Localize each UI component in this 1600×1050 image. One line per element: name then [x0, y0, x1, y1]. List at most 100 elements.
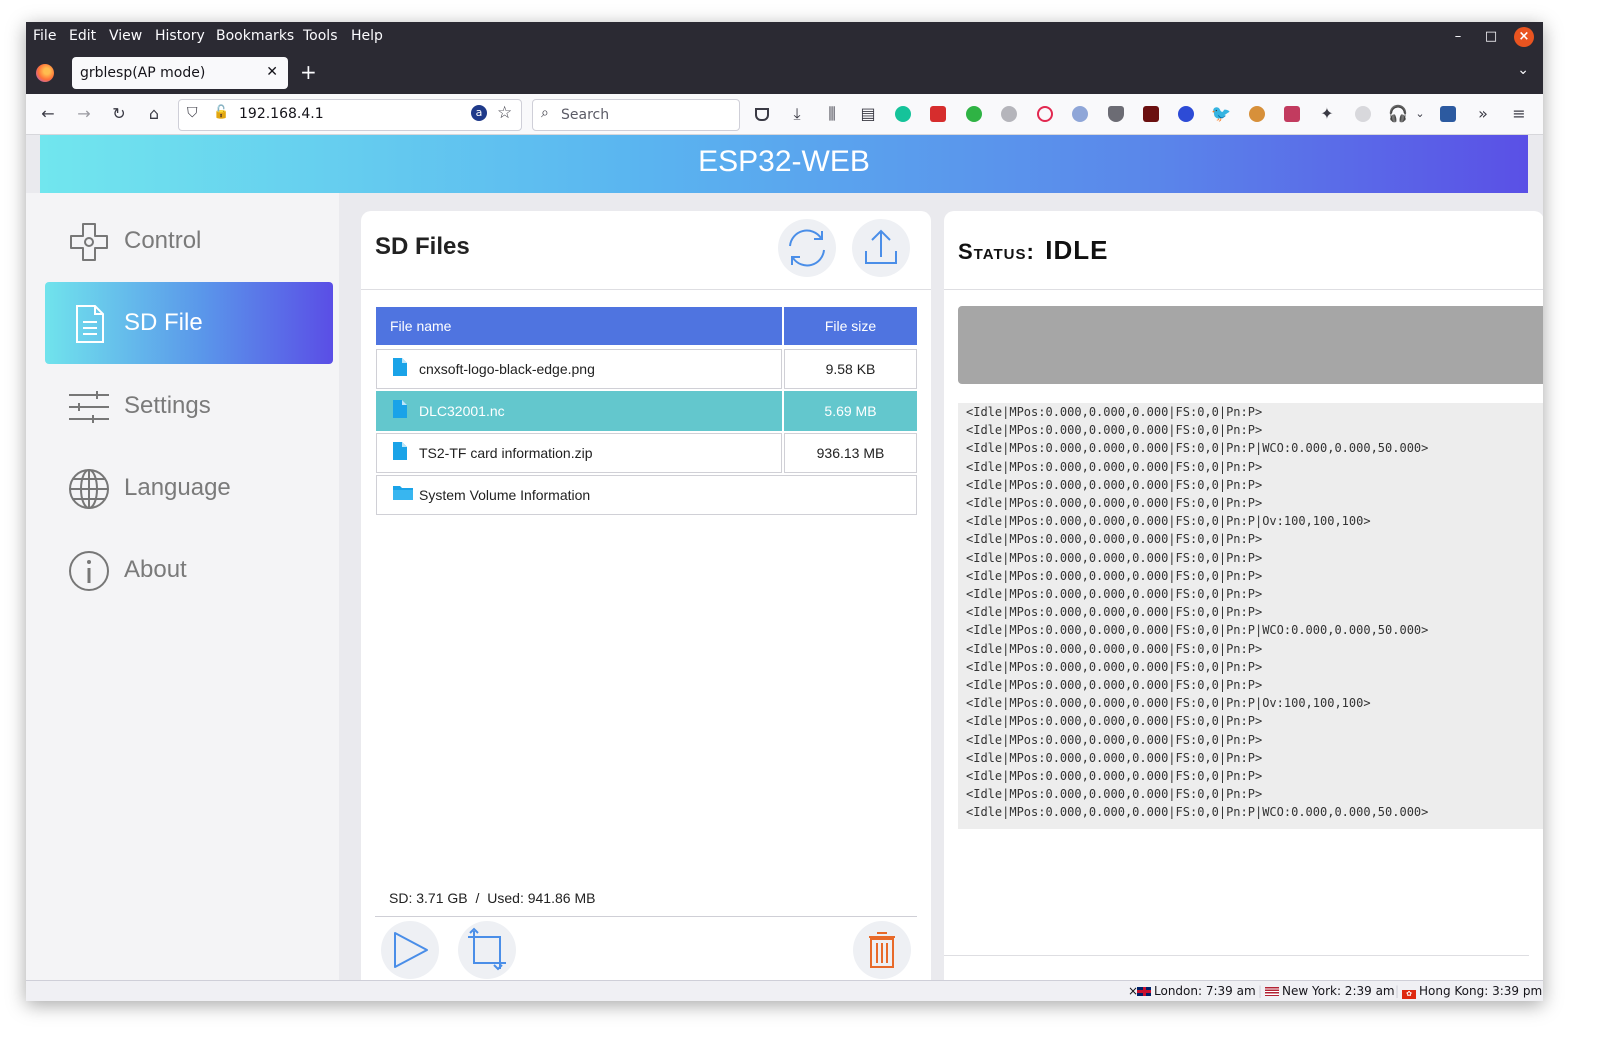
- maximize-icon[interactable]: □: [1481, 27, 1501, 47]
- menu-bookmarks[interactable]: Bookmarks: [216, 28, 294, 44]
- file-size: 5.69 MB: [824, 403, 877, 419]
- upload-button[interactable]: [852, 219, 910, 277]
- library-icon[interactable]: ⫼: [822, 104, 842, 124]
- blocker-icon[interactable]: [1037, 106, 1053, 122]
- console-line: <Idle|MPos:0.000,0.000,0.000|FS:0,0|Pn:P…: [966, 714, 1263, 729]
- browser-status-bar: × London: 7:39 am | New York: 2:39 am | …: [26, 980, 1543, 1001]
- back-icon[interactable]: ←: [38, 104, 58, 124]
- reader-icon[interactable]: a: [471, 105, 487, 121]
- console-line: <Idle|MPos:0.000,0.000,0.000|FS:0,0|Pn:P…: [966, 514, 1371, 529]
- console-line: <Idle|MPos:0.000,0.000,0.000|FS:0,0|Pn:P…: [966, 496, 1263, 511]
- bookmark-star-icon[interactable]: ☆: [497, 103, 512, 123]
- clock-new-york-label: New York: 2:39 am: [1282, 984, 1395, 998]
- clock-hong-kong: ✿ Hong Kong: 3:39 pm: [1402, 984, 1542, 999]
- table-cell-size[interactable]: 9.58 KB: [784, 349, 917, 389]
- menu-history[interactable]: History: [155, 28, 205, 44]
- tab-list-icon[interactable]: ⌄: [1517, 62, 1529, 78]
- nav-item-settings[interactable]: Settings: [45, 365, 333, 447]
- insecure-lock-icon[interactable]: 🔓: [213, 105, 229, 120]
- chevron-down-icon[interactable]: ⌄: [1410, 104, 1430, 124]
- close-window-icon[interactable]: ×: [1514, 27, 1534, 47]
- shield-icon[interactable]: ⛉: [187, 105, 198, 121]
- browser-tab[interactable]: grblesp(AP mode) ✕: [72, 57, 288, 89]
- app-menu-icon[interactable]: ≡: [1509, 104, 1529, 124]
- table-cell-size[interactable]: 936.13 MB: [784, 433, 917, 473]
- gnome-icon[interactable]: ✦: [1317, 104, 1337, 124]
- dark-extension-icon[interactable]: [1143, 106, 1159, 122]
- collage-extension-icon[interactable]: [1284, 106, 1300, 122]
- headphones-icon[interactable]: 🎧: [1388, 104, 1408, 124]
- twitter-icon[interactable]: 🐦: [1211, 104, 1231, 124]
- column-header-name: File name: [376, 307, 782, 345]
- upload-icon: [865, 229, 897, 264]
- download-icon[interactable]: ⤓: [787, 104, 807, 124]
- console-line: <Idle|MPos:0.000,0.000,0.000|FS:0,0|Pn:P…: [966, 678, 1263, 693]
- url-bar[interactable]: ⛉ 🔓 192.168.4.1 a ☆: [178, 99, 522, 131]
- nav-item-language[interactable]: Language: [45, 447, 333, 529]
- new-tab-icon[interactable]: +: [300, 60, 317, 84]
- menu-edit[interactable]: Edit: [69, 28, 96, 44]
- table-row[interactable]: cnxsoft-logo-black-edge.png: [376, 349, 782, 389]
- monkey-extension-icon[interactable]: [1249, 106, 1265, 122]
- search-placeholder: Search: [561, 107, 610, 123]
- tab-title: grblesp(AP mode): [80, 65, 206, 81]
- console-line: <Idle|MPos:0.000,0.000,0.000|FS:0,0|Pn:P…: [966, 532, 1263, 547]
- nav-item-about[interactable]: About: [45, 529, 333, 611]
- console-line: <Idle|MPos:0.000,0.000,0.000|FS:0,0|Pn:P…: [966, 405, 1263, 419]
- planet-extension-icon[interactable]: [1178, 106, 1194, 122]
- close-tab-icon[interactable]: ✕: [266, 64, 278, 80]
- sd-usage-info: SD: 3.71 GB / Used: 941.86 MB: [389, 890, 595, 906]
- menu-help[interactable]: Help: [351, 28, 383, 44]
- globe-icon: [69, 469, 109, 509]
- info-icon: [69, 551, 109, 591]
- grammarly-icon[interactable]: [895, 106, 911, 122]
- folder-name: System Volume Information: [419, 487, 591, 503]
- sidebar-toggle-icon[interactable]: ▤: [858, 104, 878, 124]
- home-icon[interactable]: ⌂: [144, 104, 164, 124]
- title-divider: [361, 289, 931, 290]
- status-divider: [944, 289, 1543, 290]
- transform-button[interactable]: [458, 921, 516, 979]
- document-icon: [76, 305, 104, 343]
- app-title: ESP32-WEB: [698, 145, 870, 178]
- us-flag-icon: [1265, 987, 1279, 996]
- privacy-shield-icon[interactable]: [1108, 106, 1124, 122]
- nav-item-control[interactable]: Control: [45, 200, 333, 282]
- menu-view[interactable]: View: [109, 28, 142, 44]
- console-line: <Idle|MPos:0.000,0.000,0.000|FS:0,0|Pn:P…: [966, 477, 1263, 492]
- link-extension-icon[interactable]: [1072, 106, 1088, 122]
- moon-extension-icon[interactable]: [1355, 106, 1371, 122]
- chat-extension-icon[interactable]: [966, 106, 982, 122]
- refresh-button[interactable]: [778, 219, 836, 277]
- play-button[interactable]: [381, 921, 439, 979]
- app-header: ESP32-WEB: [40, 135, 1528, 193]
- folder-icon: [393, 486, 413, 500]
- menu-file[interactable]: File: [33, 28, 56, 44]
- delete-button[interactable]: [853, 921, 911, 979]
- globe-extension-icon[interactable]: [1001, 106, 1017, 122]
- nav-item-sd-file[interactable]: SD File: [45, 282, 333, 364]
- dpad-icon: [70, 223, 108, 261]
- sd-used: Used: 941.86 MB: [487, 890, 596, 906]
- photo-extension-icon[interactable]: [1440, 106, 1456, 122]
- search-input[interactable]: ⌕ Search: [532, 99, 740, 131]
- forward-icon[interactable]: →: [74, 104, 94, 124]
- menu-tools[interactable]: Tools: [303, 28, 338, 44]
- trash-icon: [869, 932, 895, 968]
- pocket-icon[interactable]: [755, 108, 769, 121]
- sidebar: Control SD File Settings Language About: [26, 193, 339, 981]
- minimize-icon[interactable]: –: [1448, 27, 1468, 47]
- overflow-chevron-icon[interactable]: »: [1473, 104, 1493, 124]
- pdf-extension-icon[interactable]: [930, 106, 946, 122]
- nav-label-about: About: [124, 556, 187, 583]
- reload-icon[interactable]: ↻: [109, 104, 129, 124]
- sd-files-title: SD Files: [375, 233, 470, 260]
- table-row-folder[interactable]: System Volume Information: [376, 475, 917, 515]
- table-row[interactable]: TS2-TF card information.zip: [376, 433, 782, 473]
- hk-flag-icon: ✿: [1402, 990, 1416, 999]
- table-cell-size[interactable]: 5.69 MB: [784, 391, 917, 431]
- table-row-selected[interactable]: DLC32001.nc: [376, 391, 782, 431]
- browser-window: File Edit View History Bookmarks Tools H…: [26, 22, 1543, 1001]
- serial-console[interactable]: <Idle|MPos:0.000,0.000,0.000|FS:0,0|Pn:P…: [958, 403, 1543, 829]
- console-line: <Idle|MPos:0.000,0.000,0.000|FS:0,0|Pn:P…: [966, 659, 1263, 674]
